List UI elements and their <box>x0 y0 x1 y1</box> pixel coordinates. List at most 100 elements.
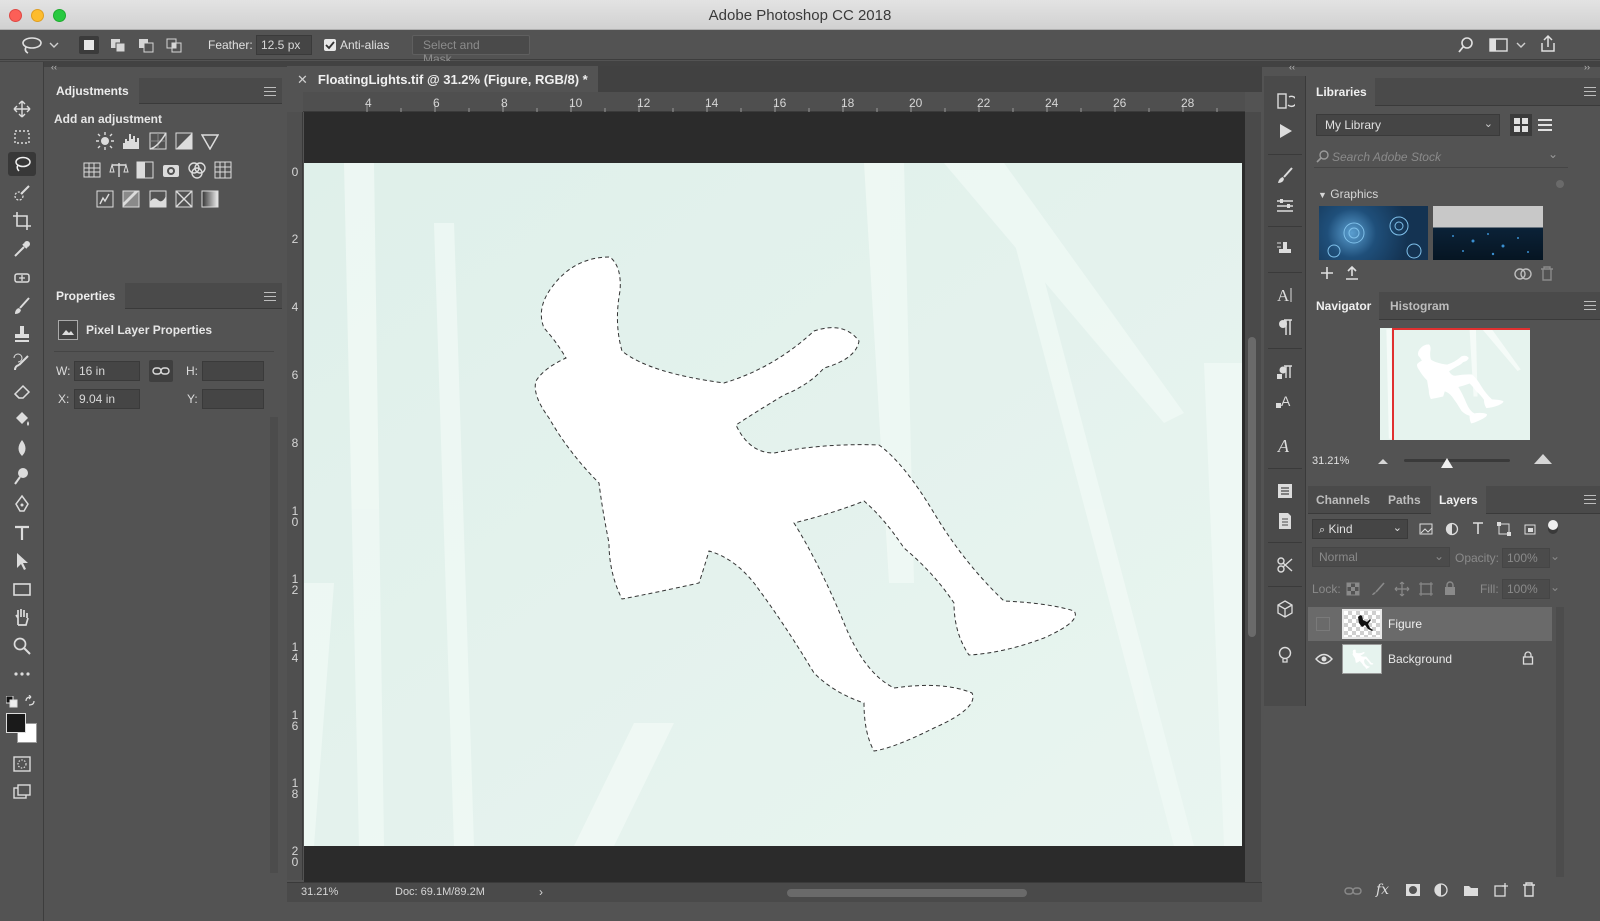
vertical-ruler[interactable]: 0 2 4 6 8 10 12 14 16 18 20 <box>287 112 303 880</box>
delete-icon[interactable] <box>1540 266 1554 282</box>
curves-icon[interactable] <box>149 132 167 150</box>
tool-presets-panel-icon[interactable] <box>1272 552 1298 578</box>
3d-panel-icon[interactable] <box>1272 596 1298 622</box>
lock-transparent-pixels-icon[interactable] <box>1346 582 1360 596</box>
collapse-left-panels-icon[interactable]: ‹‹ <box>51 62 57 72</box>
lock-all-icon[interactable] <box>1444 581 1456 596</box>
zoom-tool-icon[interactable] <box>8 634 36 658</box>
layer-lock-icon[interactable] <box>1522 651 1534 666</box>
layers-scrollbar[interactable] <box>1556 607 1564 877</box>
library-graphic-thumbnail[interactable] <box>1433 206 1543 260</box>
upload-icon[interactable] <box>1344 265 1360 281</box>
move-tool-icon[interactable] <box>8 97 36 121</box>
layer-row-figure[interactable]: Figure <box>1308 607 1552 641</box>
invert-icon[interactable] <box>96 190 114 208</box>
library-scrollbar[interactable] <box>1556 180 1564 188</box>
horizontal-ruler[interactable]: 4 6 8 10 12 14 16 18 20 22 24 26 28 <box>303 92 1245 112</box>
swap-colors-icon[interactable] <box>24 695 36 707</box>
healing-brush-tool-icon[interactable] <box>8 266 36 290</box>
x-input[interactable]: 9.04 in <box>74 389 140 409</box>
vibrance-icon[interactable] <box>201 132 219 150</box>
type-tool-icon[interactable] <box>8 521 36 545</box>
canvas-vertical-scrollbar[interactable] <box>1245 112 1261 882</box>
learn-panel-icon[interactable] <box>1272 642 1298 668</box>
creative-cloud-icon[interactable] <box>1514 267 1532 281</box>
y-input[interactable] <box>202 389 264 409</box>
channels-tab[interactable]: Channels <box>1308 486 1378 514</box>
select-and-mask-button[interactable]: Select and Mask... <box>412 35 530 66</box>
notes-panel-icon[interactable] <box>1272 478 1298 504</box>
pen-tool-icon[interactable] <box>8 492 36 516</box>
search-options-chevron-icon[interactable]: ⌄ <box>1548 147 1558 161</box>
more-tools-icon[interactable] <box>8 662 36 686</box>
crop-tool-icon[interactable] <box>8 209 36 233</box>
opacity-input[interactable]: 100% <box>1502 548 1550 568</box>
libraries-menu-icon[interactable] <box>1584 87 1596 97</box>
clone-source-panel-icon[interactable] <box>1272 236 1298 262</box>
dodge-tool-icon[interactable] <box>8 464 36 488</box>
filter-shape-icon[interactable] <box>1497 522 1511 536</box>
levels-icon[interactable] <box>122 132 142 150</box>
exposure-icon[interactable] <box>175 132 193 150</box>
layers-tab[interactable]: Layers <box>1431 486 1486 514</box>
new-group-icon[interactable] <box>1463 883 1479 897</box>
lock-position-icon[interactable] <box>1394 581 1410 597</box>
navigator-view-frame[interactable] <box>1392 328 1530 440</box>
path-selection-tool-icon[interactable] <box>8 549 36 573</box>
eraser-tool-icon[interactable] <box>8 379 36 403</box>
link-dimensions-button[interactable] <box>149 360 173 382</box>
hue-saturation-icon[interactable] <box>83 161 101 179</box>
height-input[interactable] <box>202 361 264 381</box>
adjustments-tab[interactable]: Adjustments <box>46 78 139 104</box>
histogram-tab[interactable]: Histogram <box>1382 292 1457 320</box>
fill-chevron-icon[interactable]: ⌄ <box>1550 580 1560 594</box>
paragraph-panel-icon[interactable] <box>1272 314 1298 340</box>
graphics-section-toggle[interactable]: ▼ Graphics <box>1318 187 1378 201</box>
properties-tab[interactable]: Properties <box>46 283 126 309</box>
zoom-slider-handle[interactable] <box>1440 458 1454 470</box>
share-icon[interactable] <box>1538 34 1558 54</box>
collapse-icon-strip-icon[interactable]: ‹‹ <box>1289 62 1295 72</box>
screen-mode-icon[interactable] <box>8 780 36 804</box>
selective-color-icon[interactable] <box>175 190 193 208</box>
workspace-switcher-icon[interactable] <box>1489 37 1527 53</box>
color-lookup-icon[interactable] <box>214 161 232 179</box>
lock-artboard-icon[interactable] <box>1418 581 1434 597</box>
lock-image-pixels-icon[interactable] <box>1371 582 1385 596</box>
filter-toggle-switch[interactable] <box>1548 520 1558 534</box>
link-layers-icon[interactable] <box>1344 885 1362 897</box>
threshold-icon[interactable] <box>149 190 167 208</box>
blend-mode-dropdown[interactable]: Normal ⌄ <box>1312 547 1450 567</box>
glyphs-panel-icon[interactable]: A <box>1272 432 1298 458</box>
brush-settings-panel-icon[interactable] <box>1272 193 1298 219</box>
add-to-selection-icon[interactable] <box>108 36 128 54</box>
delete-layer-icon[interactable] <box>1522 882 1536 898</box>
color-balance-icon[interactable] <box>109 161 129 179</box>
library-graphic-thumbnail[interactable] <box>1319 206 1428 260</box>
document-tab[interactable]: ✕ FloatingLights.tif @ 31.2% (Figure, RGB… <box>287 66 598 92</box>
properties-scrollbar[interactable] <box>270 417 278 873</box>
list-view-icon[interactable] <box>1537 118 1553 132</box>
blur-tool-icon[interactable] <box>8 436 36 460</box>
navigator-tab[interactable]: Navigator <box>1308 292 1380 320</box>
layers-menu-icon[interactable] <box>1584 495 1596 505</box>
default-colors-icon[interactable] <box>6 696 18 708</box>
opacity-chevron-icon[interactable]: ⌄ <box>1550 549 1560 563</box>
zoom-in-icon[interactable] <box>1532 452 1554 466</box>
search-icon[interactable] <box>1457 36 1475 54</box>
status-zoom[interactable]: 31.21% <box>301 886 338 898</box>
collapse-right-panels-icon[interactable]: ›› <box>1584 62 1590 72</box>
paint-bucket-tool-icon[interactable] <box>8 407 36 431</box>
character-styles-panel-icon[interactable]: A <box>1272 388 1298 414</box>
feather-input[interactable]: 12.5 px <box>256 35 312 55</box>
navigator-zoom-value[interactable]: 31.21% <box>1312 455 1349 467</box>
layer-row-background[interactable]: Background <box>1308 642 1552 676</box>
layer-name[interactable]: Background <box>1388 652 1452 666</box>
foreground-color-swatch[interactable] <box>6 713 26 733</box>
filter-adjustment-icon[interactable] <box>1445 522 1459 536</box>
canvas-pasteboard[interactable] <box>304 112 1245 883</box>
layer-thumbnail[interactable] <box>1342 609 1382 639</box>
antialias-checkbox[interactable] <box>324 39 336 51</box>
canvas-vertical-scroll-thumb[interactable] <box>1248 337 1256 637</box>
adjustments-menu-icon[interactable] <box>264 87 276 97</box>
